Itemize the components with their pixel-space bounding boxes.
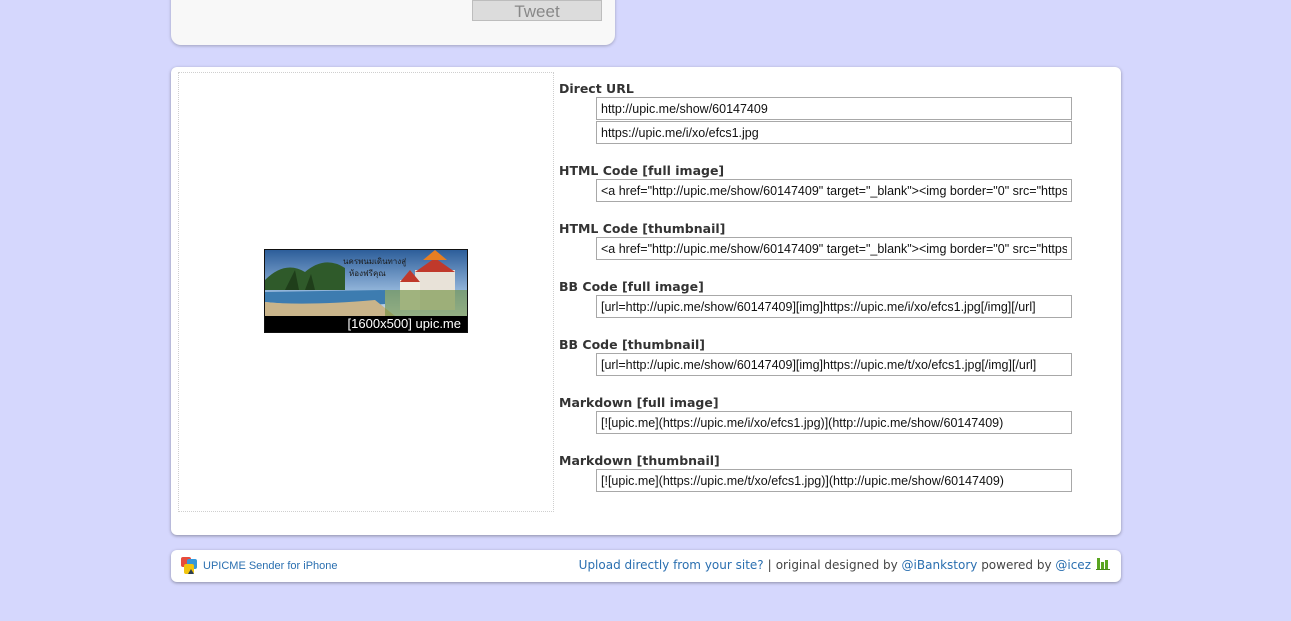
svg-text:ห้องฟรีคุณ: ห้องฟรีคุณ bbox=[349, 269, 386, 278]
upicme-sender-icon bbox=[181, 557, 197, 574]
footer-separator: | bbox=[767, 558, 772, 572]
code-label: BB Code [full image] bbox=[559, 279, 704, 294]
image-preview-area: นครพนมเดินทางสู่ ห้องฟรีคุณ [1600x500] u… bbox=[178, 72, 554, 512]
code-label: BB Code [thumbnail] bbox=[559, 337, 706, 352]
powered-by-text: powered by bbox=[981, 558, 1052, 572]
tweet-button[interactable]: Tweet bbox=[472, 0, 602, 21]
code-label: Markdown [thumbnail] bbox=[559, 453, 720, 468]
designed-by-text: original designed by bbox=[775, 558, 898, 572]
share-panel: Tweet bbox=[171, 0, 615, 45]
iphone-sender-link[interactable]: UPICME Sender for iPhone bbox=[180, 555, 338, 577]
code-field[interactable] bbox=[596, 411, 1072, 434]
code-group: HTML Code [thumbnail] bbox=[559, 221, 1079, 260]
code-label: Direct URL bbox=[559, 81, 634, 96]
code-group: BB Code [thumbnail] bbox=[559, 337, 1079, 376]
designer-link[interactable]: @iBankstory bbox=[902, 558, 978, 572]
code-field[interactable] bbox=[596, 121, 1072, 144]
code-field[interactable] bbox=[596, 469, 1072, 492]
footer-credits: Upload directly from your site? | origin… bbox=[579, 558, 1111, 572]
svg-text:นครพนมเดินทางสู่: นครพนมเดินทางสู่ bbox=[343, 257, 406, 267]
result-panel: นครพนมเดินทางสู่ ห้องฟรีคุณ [1600x500] u… bbox=[171, 67, 1121, 535]
code-label: HTML Code [thumbnail] bbox=[559, 221, 726, 236]
thumbnail-caption: [1600x500] upic.me bbox=[347, 316, 461, 331]
footer: UPICME Sender for iPhone Upload directly… bbox=[171, 550, 1121, 582]
embed-codes: Direct URL HTML Code [full image] HTML Cod… bbox=[559, 81, 1079, 511]
thumbnail-photo: นครพนมเดินทางสู่ ห้องฟรีคุณ bbox=[265, 250, 467, 316]
upload-from-site-link[interactable]: Upload directly from your site? bbox=[579, 558, 764, 572]
code-group: HTML Code [full image] bbox=[559, 163, 1079, 202]
stats-chart-icon[interactable] bbox=[1095, 554, 1111, 570]
code-field[interactable] bbox=[596, 295, 1072, 318]
code-group: Markdown [thumbnail] bbox=[559, 453, 1079, 492]
code-field[interactable] bbox=[596, 353, 1072, 376]
code-field[interactable] bbox=[596, 179, 1072, 202]
code-group: BB Code [full image] bbox=[559, 279, 1079, 318]
sender-label: UPICME Sender for iPhone bbox=[203, 560, 338, 572]
powered-link[interactable]: @icez bbox=[1055, 558, 1091, 572]
code-group: Markdown [full image] bbox=[559, 395, 1079, 434]
code-group: Direct URL bbox=[559, 81, 1079, 144]
code-label: Markdown [full image] bbox=[559, 395, 719, 410]
image-thumbnail[interactable]: นครพนมเดินทางสู่ ห้องฟรีคุณ [1600x500] u… bbox=[264, 249, 468, 333]
code-label: HTML Code [full image] bbox=[559, 163, 725, 178]
code-field[interactable] bbox=[596, 97, 1072, 120]
code-field[interactable] bbox=[596, 237, 1072, 260]
